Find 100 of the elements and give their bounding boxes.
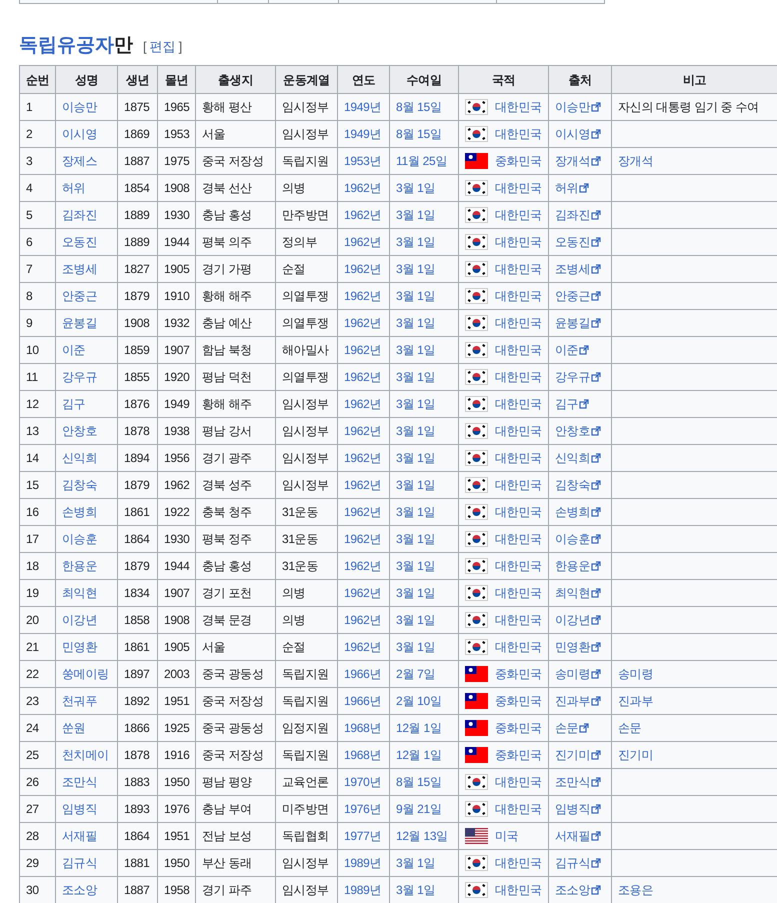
table-cell: 의병 bbox=[276, 580, 338, 606]
table-cell: 충남 부여 bbox=[196, 796, 276, 822]
roc-flag-icon bbox=[465, 720, 488, 736]
external-link-icon bbox=[591, 237, 602, 247]
table-cell: 1894 bbox=[118, 444, 158, 472]
external-link-icon bbox=[579, 399, 590, 409]
external-link-icon bbox=[579, 183, 590, 193]
table-cell: 1965 bbox=[158, 94, 196, 120]
table-cell: 경북 성주 bbox=[196, 472, 276, 498]
table-cell: 1879 bbox=[118, 472, 158, 498]
country-link[interactable]: 미국 bbox=[495, 827, 518, 845]
table-cell: 의병 bbox=[276, 174, 338, 202]
table-cell: 경기 포천 bbox=[196, 580, 276, 606]
korean-flag-icon bbox=[465, 234, 488, 250]
korean-flag-icon bbox=[465, 450, 488, 466]
table-cell: 1930 bbox=[158, 526, 196, 552]
external-link-icon bbox=[591, 534, 602, 544]
table-cell: 28 bbox=[20, 822, 56, 850]
table-cell: 1866 bbox=[118, 714, 158, 742]
korean-flag-icon bbox=[465, 882, 488, 898]
table-cell: 의열투쟁 bbox=[276, 282, 338, 310]
external-link-icon bbox=[591, 480, 602, 490]
table-cell: 의열투쟁 bbox=[276, 364, 338, 390]
table-cell: 1944 bbox=[158, 228, 196, 256]
table-cell: 24 bbox=[20, 714, 56, 742]
table-cell: 1920 bbox=[158, 364, 196, 390]
external-link-icon bbox=[591, 210, 602, 220]
table-cell: 충남 예산 bbox=[196, 310, 276, 336]
korean-flag-icon bbox=[465, 126, 488, 142]
table-cell: 1892 bbox=[118, 688, 158, 714]
korean-flag-icon bbox=[465, 315, 488, 331]
table-cell: 1908 bbox=[118, 310, 158, 336]
table-cell: 1861 bbox=[118, 498, 158, 526]
table-cell: 3 bbox=[20, 148, 56, 174]
table-cell: 함남 북청 bbox=[196, 336, 276, 364]
table-cell: 20 bbox=[20, 606, 56, 634]
external-link-icon bbox=[579, 345, 590, 355]
table-cell: 경북 선산 bbox=[196, 174, 276, 202]
note-link[interactable]: 장개석 bbox=[618, 154, 654, 168]
note-link[interactable]: 조용은 bbox=[618, 883, 654, 897]
table-cell: 11 bbox=[20, 364, 56, 390]
table-cell: 1893 bbox=[118, 796, 158, 822]
korean-flag-icon bbox=[465, 531, 488, 547]
table-cell: 1949 bbox=[158, 390, 196, 418]
column-header: 국적 bbox=[458, 66, 548, 94]
edit-link[interactable]: 편집 bbox=[150, 36, 176, 56]
heading-link[interactable]: 독립유공자 bbox=[19, 35, 114, 56]
table-cell: 중국 광둥성 bbox=[196, 660, 276, 688]
table-cell: 10 bbox=[20, 336, 56, 364]
table-cell: 27 bbox=[20, 796, 56, 822]
table-cell: 1864 bbox=[118, 526, 158, 552]
table-cell: 1956 bbox=[158, 444, 196, 472]
table-cell: 1944 bbox=[158, 552, 196, 580]
table-cell: 1907 bbox=[158, 580, 196, 606]
column-header: 순번 bbox=[20, 66, 56, 94]
table-cell: 중국 저장성 bbox=[196, 742, 276, 768]
korean-flag-icon bbox=[465, 774, 488, 790]
note-link[interactable]: 송미령 bbox=[618, 667, 654, 681]
korean-flag-icon bbox=[465, 504, 488, 520]
table-cell: 중국 광둥성 bbox=[196, 714, 276, 742]
table-cell: 1854 bbox=[118, 174, 158, 202]
name-link[interactable]: 허위 bbox=[62, 181, 86, 195]
external-link-icon bbox=[591, 426, 602, 436]
note-link[interactable]: 진기미 bbox=[618, 748, 654, 762]
external-link-icon bbox=[591, 318, 602, 328]
table-cell: 18 bbox=[20, 552, 56, 580]
column-header: 출생지 bbox=[196, 66, 276, 94]
korean-flag-icon bbox=[465, 180, 488, 196]
external-link-icon bbox=[591, 507, 602, 517]
external-link-icon bbox=[591, 264, 602, 274]
table-cell: 임시정부 bbox=[276, 418, 338, 444]
table-cell: 경북 문경 bbox=[196, 606, 276, 634]
korean-flag-icon bbox=[465, 99, 488, 115]
korean-flag-icon bbox=[465, 342, 488, 358]
external-link-icon bbox=[591, 804, 602, 814]
name-link[interactable]: 김구 bbox=[62, 397, 86, 411]
table-cell: 4 bbox=[20, 174, 56, 202]
table-cell: 평남 평양 bbox=[196, 768, 276, 796]
name-link[interactable]: 이준 bbox=[62, 343, 86, 357]
note-link[interactable]: 손문 bbox=[618, 721, 642, 735]
table-cell: 임시정부 bbox=[276, 94, 338, 120]
external-link-icon bbox=[591, 291, 602, 301]
table-cell: 독립지원 bbox=[276, 148, 338, 174]
external-link-icon bbox=[591, 561, 602, 571]
table-cell: 1908 bbox=[158, 606, 196, 634]
note-link[interactable]: 진과부 bbox=[618, 694, 654, 708]
table-cell: 6 bbox=[20, 228, 56, 256]
table-cell: 순절 bbox=[276, 634, 338, 660]
table-cell: 1958 bbox=[158, 876, 196, 903]
name-link[interactable]: 쑨원 bbox=[62, 721, 86, 735]
table-cell: 중국 저장성 bbox=[196, 148, 276, 174]
table-cell: 전남 보성 bbox=[196, 822, 276, 850]
column-header: 생년 bbox=[118, 66, 158, 94]
external-link-icon bbox=[591, 615, 602, 625]
table-cell: 평남 강서 bbox=[196, 418, 276, 444]
table-cell: 19 bbox=[20, 580, 56, 606]
table-cell: 13 bbox=[20, 418, 56, 444]
table-cell: 의열투쟁 bbox=[276, 310, 338, 336]
table-cell: 31운동 bbox=[276, 498, 338, 526]
table-cell: 1878 bbox=[118, 418, 158, 444]
